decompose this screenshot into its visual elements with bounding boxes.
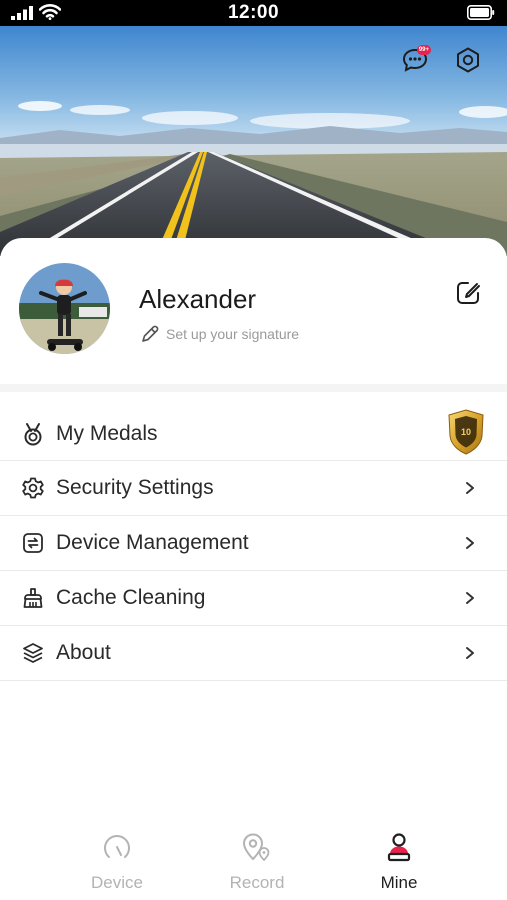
device-sync-icon	[21, 531, 45, 555]
hexagon-settings-icon	[457, 47, 479, 73]
menu-item-security-settings[interactable]: Security Settings	[0, 461, 507, 516]
pen-icon	[142, 325, 159, 342]
tab-record[interactable]: Record	[212, 830, 302, 893]
edit-profile-button[interactable]	[453, 278, 483, 308]
tab-record-label: Record	[229, 873, 285, 892]
status-time: 12:00	[227, 2, 280, 23]
menu-label-security-settings: Security Settings	[56, 476, 214, 499]
signature-placeholder: Set up your signature	[166, 326, 300, 342]
edit-square-icon	[457, 282, 480, 304]
username: Alexander	[139, 284, 257, 314]
menu-label-my-medals: My Medals	[56, 422, 158, 445]
tab-mine-label: Mine	[380, 873, 418, 892]
menu-label-about: About	[56, 641, 111, 664]
message-count-badge: 99+	[416, 45, 431, 55]
avatar[interactable]	[19, 263, 110, 354]
settings-button[interactable]	[451, 43, 485, 77]
status-bar: 12:00	[0, 0, 507, 26]
menu-item-device-management[interactable]: Device Management	[0, 516, 507, 571]
menu-label-device-management: Device Management	[56, 531, 249, 554]
speedometer-icon	[104, 835, 130, 858]
chevron-right-icon	[466, 482, 474, 494]
tab-mine[interactable]: Mine	[354, 830, 444, 893]
chevron-right-icon	[466, 592, 474, 604]
menu-item-about[interactable]: About	[0, 626, 507, 681]
settings-menu: My Medals 10 Security Settings Device Ma…	[0, 408, 507, 681]
gear-icon	[21, 476, 45, 500]
header-banner: 99+	[0, 26, 507, 256]
medal-icon	[21, 422, 45, 446]
medal-count: 10	[461, 427, 471, 437]
person-icon	[387, 833, 411, 862]
layers-icon	[21, 641, 45, 665]
section-divider	[0, 384, 507, 392]
tab-device[interactable]: Device	[72, 830, 162, 893]
menu-label-cache-cleaning: Cache Cleaning	[56, 586, 206, 609]
menu-item-cache-cleaning[interactable]: Cache Cleaning	[0, 571, 507, 626]
map-pin-icon	[243, 833, 270, 861]
gold-shield-badge-icon: 10	[448, 409, 484, 455]
bottom-tab-bar: Device Record Mine	[0, 822, 507, 900]
signature-setup[interactable]: Set up your signature	[140, 324, 299, 344]
brush-icon	[21, 586, 45, 610]
avatar-photo	[19, 263, 110, 354]
profile-card: Alexander Set up your signature	[0, 238, 507, 384]
menu-item-my-medals[interactable]: My Medals 10	[0, 408, 507, 461]
chevron-right-icon	[466, 647, 474, 659]
chevron-right-icon	[466, 537, 474, 549]
tab-device-label: Device	[91, 873, 143, 892]
messages-button[interactable]: 99+	[398, 43, 432, 77]
battery-icon	[467, 5, 495, 20]
